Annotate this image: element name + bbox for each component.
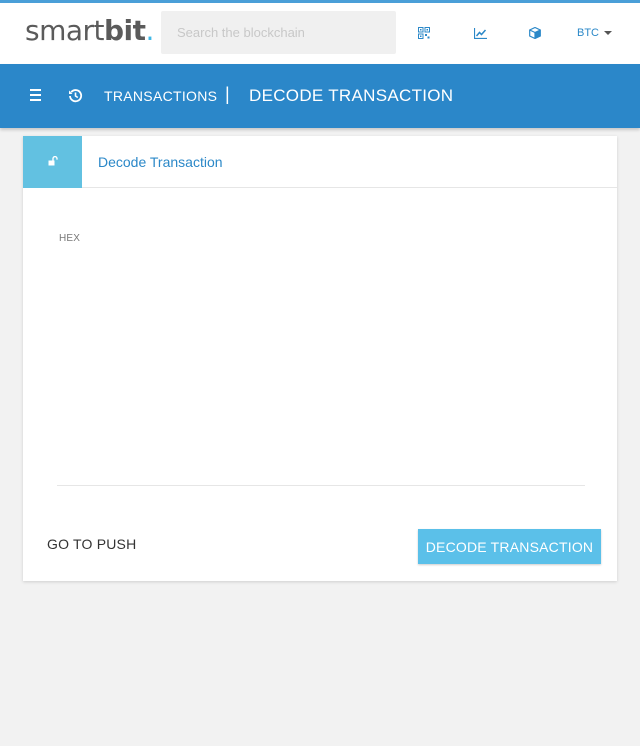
page-title: DECODE TRANSACTION <box>249 86 454 105</box>
card-icon-box <box>23 136 82 188</box>
hex-label: HEX <box>59 233 81 244</box>
history-icon[interactable] <box>68 88 84 104</box>
search-input[interactable] <box>161 11 396 54</box>
cube-icon[interactable] <box>527 25 543 41</box>
unlock-icon <box>48 153 58 171</box>
caret-down-icon <box>604 31 612 35</box>
breadcrumb-bar: TRANSACTIONS | DECODE TRANSACTION <box>0 64 640 128</box>
hex-input[interactable] <box>57 248 585 486</box>
breadcrumb-transactions-link[interactable]: TRANSACTIONS <box>104 88 217 104</box>
qr-code-icon[interactable] <box>416 25 432 41</box>
decode-transaction-button[interactable]: DECODE TRANSACTION <box>418 529 601 564</box>
logo-text: smart <box>25 14 105 47</box>
card-header: Decode Transaction <box>23 136 617 188</box>
decode-transaction-card: Decode Transaction HEX GO TO PUSH DECODE… <box>23 136 617 581</box>
currency-dropdown[interactable]: BTC <box>577 27 612 39</box>
breadcrumb-separator: | <box>225 84 230 104</box>
logo-dot: . <box>145 14 155 47</box>
logo-text-bold: bit <box>104 14 146 47</box>
currency-label: BTC <box>577 27 599 39</box>
go-to-push-button[interactable]: GO TO PUSH <box>47 536 136 552</box>
bars-icon[interactable] <box>30 89 42 103</box>
top-header: smartbit. BTC <box>0 0 640 64</box>
smartbit-logo[interactable]: smartbit. <box>25 15 154 47</box>
card-title: Decode Transaction <box>98 154 223 170</box>
chart-line-icon[interactable] <box>472 25 488 41</box>
